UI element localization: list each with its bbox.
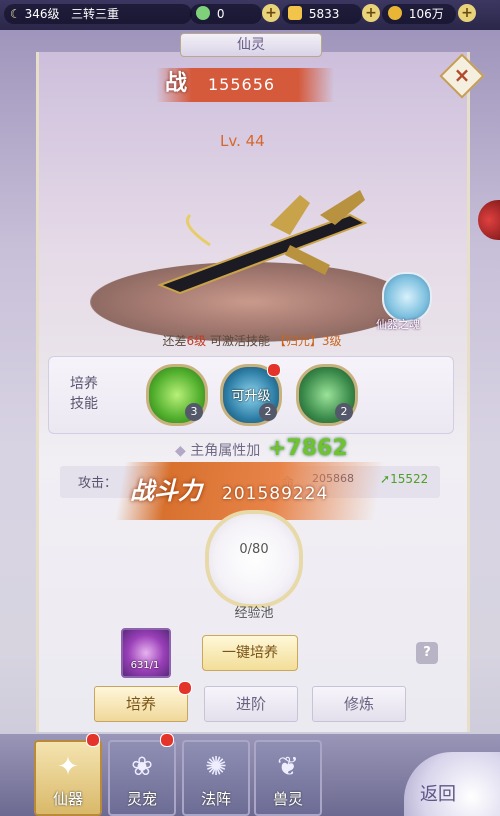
pet-icon: ❀ — [131, 752, 153, 782]
player-level-pill: ☾ 346级 三转三重 — [4, 4, 192, 24]
ingot-pill: 5833 — [282, 4, 362, 24]
exp-pool-orb[interactable] — [205, 510, 303, 608]
activate-hint: 还差6级 可激活技能 【归元】3级 — [132, 332, 372, 349]
moon-icon: ☾ — [10, 7, 21, 21]
power-badge: 战 — [164, 71, 187, 96]
help-button[interactable]: ? — [416, 642, 438, 664]
subtab-cultivate-notification-dot — [178, 681, 192, 695]
resource-bar: ☾ 346级 三转三重 0 + 5833 + 106万 + — [0, 0, 500, 30]
nav-tab-pet-label: 灵宠 — [126, 790, 157, 808]
power-value: 155656 — [208, 75, 276, 94]
skill-slot-2[interactable]: 可升级 2 — [220, 363, 282, 426]
diamond-icon: ◆ — [175, 443, 191, 459]
battle-power-label: 战斗力 — [130, 477, 202, 505]
attribute-gain: +7862 — [268, 436, 348, 461]
artifact-soul-button[interactable] — [382, 272, 432, 322]
ingot-value: 5833 — [308, 7, 340, 21]
nav-pet-notification-dot — [160, 733, 174, 747]
gold-coin-icon — [388, 6, 402, 20]
jade-pill: 0 — [190, 4, 262, 24]
skill-3-level: 2 — [335, 403, 353, 421]
gold-pill: 106万 — [382, 4, 456, 24]
player-level: 346级 — [24, 7, 60, 21]
subtab-cultivate[interactable]: 培养 — [94, 686, 188, 722]
panel-title: 仙灵 — [180, 33, 322, 57]
nav-tab-formation-label: 法阵 — [200, 790, 231, 808]
sword-artifact-image — [157, 190, 368, 295]
add-ingot-button[interactable]: + — [262, 4, 280, 22]
nav-tab-formation[interactable]: ✺ 法阵 — [182, 740, 250, 816]
add-gold-button[interactable]: + — [362, 4, 380, 22]
skill-2-upgrade: 可升级 — [231, 389, 271, 404]
back-button-label: 返回 — [420, 784, 456, 805]
battle-power-value: 201589224 — [222, 484, 329, 504]
hp-gain-value: 15522 — [390, 472, 429, 486]
add-resource-button[interactable]: + — [458, 4, 476, 22]
subtab-refine[interactable]: 修炼 — [312, 686, 406, 722]
skills-label: 培养技能 — [70, 376, 98, 412]
hp-gain: ➚15522 — [380, 472, 428, 486]
attribute-title: ◆ 主角属性加 — [175, 440, 260, 460]
artifact-soul-label: 仙器之魂 — [376, 318, 420, 331]
skill-2-notification-dot — [267, 363, 281, 377]
nav-tab-artifact[interactable]: ✦ 仙器 — [34, 740, 102, 816]
artifact-icon: ✦ — [57, 752, 79, 782]
skill-1-level: 3 — [185, 403, 203, 421]
nav-artifact-notification-dot — [86, 733, 100, 747]
one-key-cultivate-button[interactable]: 一键培养 — [202, 635, 298, 671]
item-count: 631/1 — [130, 660, 160, 671]
rebirth-status: 三转三重 — [70, 7, 119, 21]
exp-pool-value: 0/80 — [239, 542, 269, 557]
skill-2-level: 2 — [259, 403, 277, 421]
activate-mid: 可激活技能 — [210, 334, 271, 348]
ingot-icon — [288, 6, 302, 20]
skill-slot-3[interactable]: 2 — [296, 364, 358, 426]
jade-value: 0 — [216, 7, 225, 21]
formation-icon: ✺ — [205, 752, 227, 782]
exp-pool-label: 经验池 — [234, 606, 274, 621]
nav-tab-beast[interactable]: ❦ 兽灵 — [254, 740, 322, 816]
jade-icon — [196, 6, 210, 20]
activate-skill: 【归元】3级 — [273, 334, 342, 348]
artifact-level: Lv. 44 — [220, 132, 265, 150]
gold-value: 106万 — [408, 7, 444, 21]
attribute-title-text: 主角属性加 — [190, 443, 261, 459]
skill-slot-1[interactable]: 3 — [146, 364, 208, 426]
subtab-advance[interactable]: 进阶 — [204, 686, 298, 722]
activate-levels: 6级 — [186, 334, 207, 348]
nav-tab-artifact-label: 仙器 — [52, 790, 83, 808]
nav-tab-pet[interactable]: ❀ 灵宠 — [108, 740, 176, 816]
nav-tab-beast-label: 兽灵 — [272, 790, 303, 808]
close-icon[interactable]: × — [446, 60, 478, 92]
activate-prefix: 还差 — [162, 334, 187, 348]
attack-label: 攻击： — [78, 476, 118, 491]
beast-icon: ❦ — [277, 752, 299, 782]
